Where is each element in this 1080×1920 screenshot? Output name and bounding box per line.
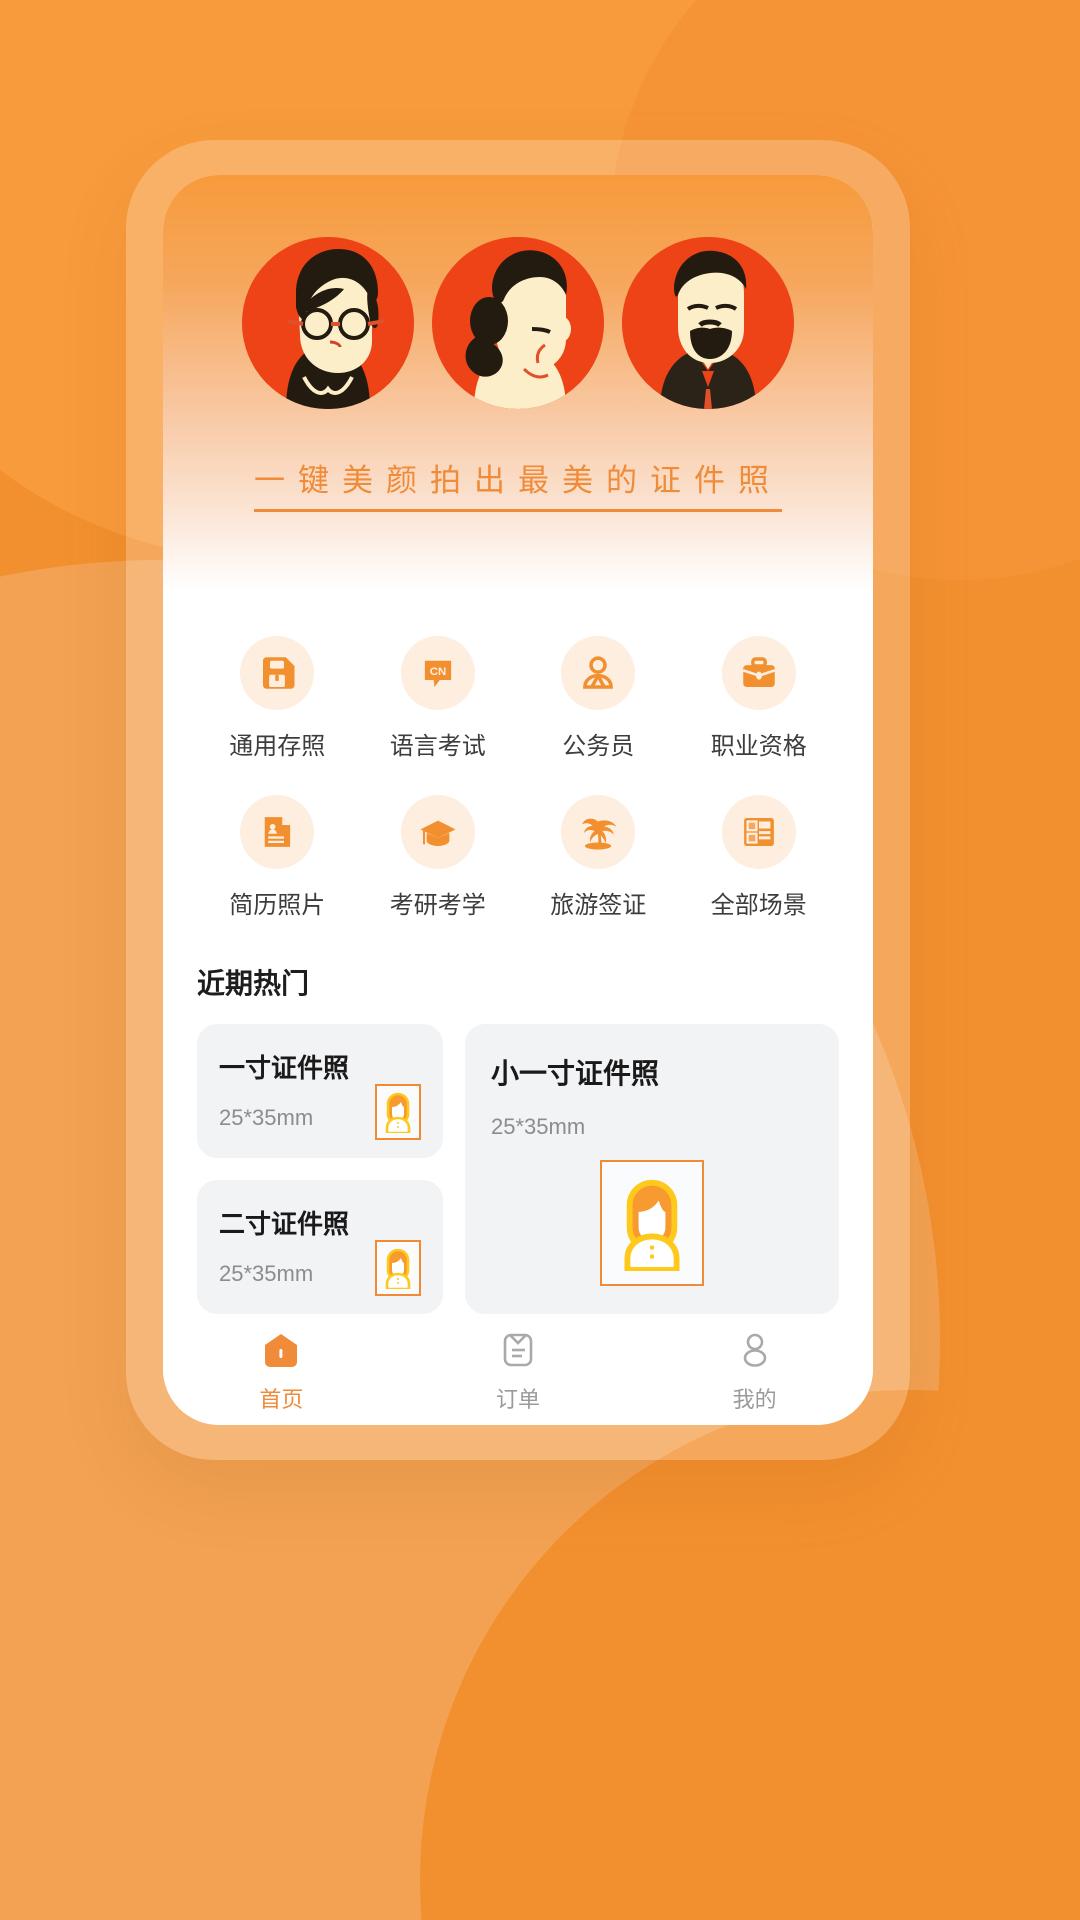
- category-label: 旅游签证: [550, 892, 647, 919]
- category-item-postgraduate[interactable]: 考研考学: [358, 795, 519, 920]
- category-item-all-scenes[interactable]: 全部场景: [679, 795, 840, 920]
- category-label: 公务员: [562, 733, 635, 760]
- tab-label: 首页: [259, 1387, 304, 1412]
- graduation-cap-icon: [400, 795, 475, 869]
- floppy-disk-icon: [240, 636, 315, 710]
- category-label: 职业资格: [710, 733, 807, 760]
- avatar-man-beard: [622, 237, 794, 409]
- tab-home[interactable]: 首页: [206, 1330, 356, 1414]
- category-grid: 通用存照 CN 语言考试 公务员 职业资格 简历照片 考研考学 旅游签证 全部场…: [197, 636, 839, 920]
- person-badge-icon: [561, 636, 636, 710]
- hot-cards: 一寸证件照 25*35mm 二寸证件照 25*35mm 小一寸证件照 25*35…: [197, 1024, 839, 1314]
- grid-layout-icon: [721, 795, 796, 869]
- category-item-travel-visa[interactable]: 旅游签证: [518, 795, 679, 920]
- id-photo-frame: [375, 1084, 421, 1140]
- hot-card-small-one-inch[interactable]: 小一寸证件照 25*35mm: [465, 1024, 839, 1314]
- card-title: 小一寸证件照: [491, 1058, 660, 1089]
- user-icon: [735, 1330, 775, 1370]
- card-title: 一寸证件照: [219, 1053, 350, 1083]
- id-person-icon: [385, 1092, 411, 1133]
- hot-cards-left-column: 一寸证件照 25*35mm 二寸证件照 25*35mm: [197, 1024, 443, 1314]
- section-title: 近期热门: [197, 968, 310, 999]
- tab-mine[interactable]: 我的: [680, 1330, 830, 1414]
- card-size: 25*35mm: [491, 1114, 586, 1139]
- tab-label: 订单: [495, 1387, 540, 1412]
- hero-avatar-row: [163, 237, 873, 409]
- svg-text:CN: CN: [430, 666, 446, 678]
- palm-tree-icon: [561, 795, 636, 869]
- id-photo-frame: [600, 1160, 704, 1286]
- briefcase-icon: [721, 636, 796, 710]
- id-photo-thumbnail-large: [600, 1160, 704, 1286]
- category-label: 简历照片: [229, 892, 326, 919]
- phone-screen: 一键美颜拍出最美的证件照 通用存照 CN 语言考试 公务员 职业资格 简历照片 …: [163, 175, 873, 1425]
- avatar-woman-glasses: [242, 237, 414, 409]
- category-item-resume[interactable]: 简历照片: [197, 795, 358, 920]
- id-person-icon: [385, 1248, 411, 1289]
- category-item-language-exam[interactable]: CN 语言考试: [358, 636, 519, 761]
- hot-card-one-inch[interactable]: 一寸证件照 25*35mm: [197, 1024, 443, 1158]
- id-photo-thumbnail: [375, 1240, 421, 1296]
- id-photo-frame: [375, 1240, 421, 1296]
- tab-orders[interactable]: 订单: [443, 1330, 593, 1414]
- card-title: 二寸证件照: [219, 1209, 350, 1239]
- category-label: 语言考试: [389, 733, 486, 760]
- tab-label: 我的: [732, 1387, 777, 1412]
- resume-document-icon: [240, 795, 315, 869]
- category-label: 全部场景: [710, 892, 807, 919]
- category-item-civil-servant[interactable]: 公务员: [518, 636, 679, 761]
- category-label: 考研考学: [389, 892, 486, 919]
- clipboard-icon: [498, 1330, 538, 1370]
- avatar-woman-ponytail: [432, 237, 604, 409]
- hot-card-two-inch[interactable]: 二寸证件照 25*35mm: [197, 1180, 443, 1314]
- category-grid-section: 通用存照 CN 语言考试 公务员 职业资格 简历照片 考研考学 旅游签证 全部场…: [163, 590, 873, 920]
- recent-hot-section: 近期热门 一寸证件照 25*35mm 二寸证件照 25*35mm 小一寸证件照 …: [163, 920, 873, 1314]
- id-person-icon: [624, 1179, 680, 1271]
- hero-banner: 一键美颜拍出最美的证件照: [163, 175, 873, 590]
- category-label: 通用存照: [229, 733, 326, 760]
- home-icon: [261, 1330, 301, 1370]
- bottom-tab-bar: 首页 订单 我的: [163, 1314, 873, 1425]
- hero-slogan: 一键美颜拍出最美的证件照: [163, 455, 873, 512]
- category-item-professional[interactable]: 职业资格: [679, 636, 840, 761]
- hero-slogan-text: 一键美颜拍出最美的证件照: [254, 455, 782, 512]
- cn-speech-bubble-icon: CN: [400, 636, 475, 710]
- category-item-general[interactable]: 通用存照: [197, 636, 358, 761]
- id-photo-thumbnail: [375, 1084, 421, 1140]
